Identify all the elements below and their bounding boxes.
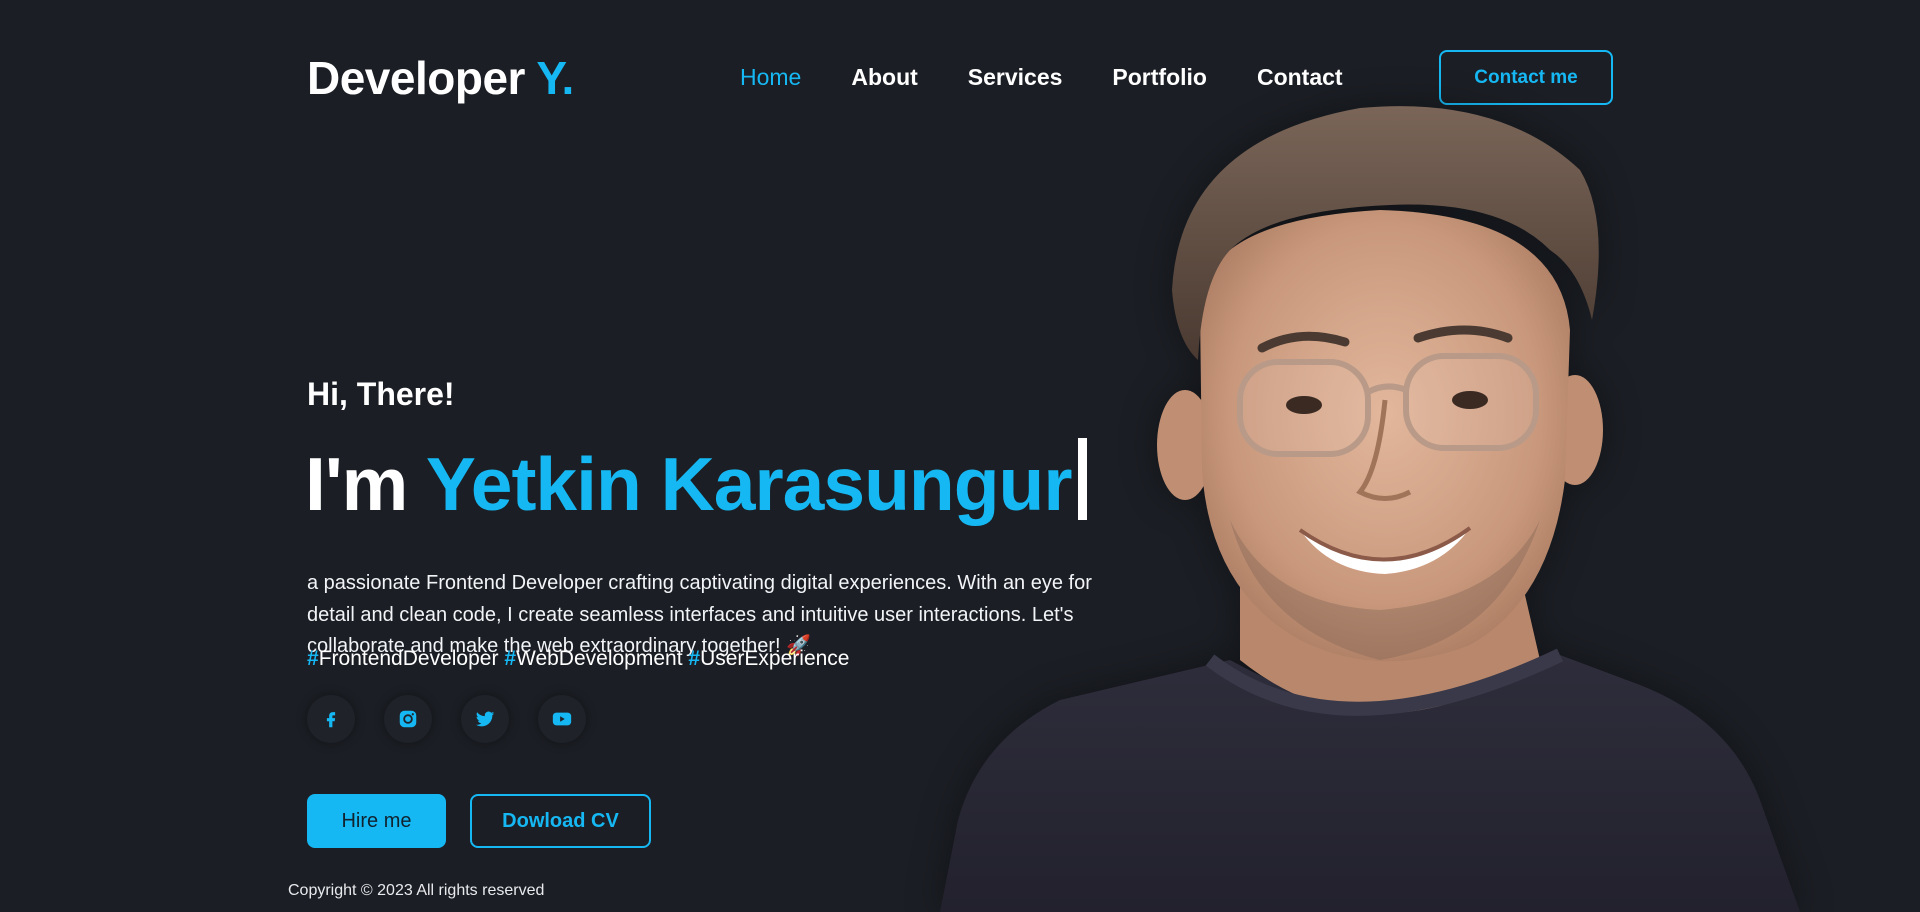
hashtag-label: UserExperience bbox=[700, 647, 850, 670]
hashtag-item: #FrontendDeveloper bbox=[307, 647, 498, 670]
hash-symbol: # bbox=[688, 647, 701, 670]
instagram-icon bbox=[399, 710, 417, 728]
hashtag-label: FrontendDeveloper bbox=[318, 647, 499, 670]
copyright-text: Copyright © 2023 All rights reserved bbox=[288, 882, 545, 899]
hashtag-list: #FrontendDeveloper #WebDevelopment #User… bbox=[307, 644, 849, 674]
logo-text: Developer bbox=[307, 52, 525, 104]
typing-caret bbox=[1077, 438, 1087, 520]
hashtag-item: #UserExperience bbox=[688, 647, 849, 670]
social-links bbox=[307, 695, 586, 743]
hire-me-button[interactable]: Hire me bbox=[307, 794, 446, 848]
twitter-icon bbox=[475, 711, 495, 727]
hero-headline: I'm Yetkin Karasungur bbox=[305, 438, 1087, 529]
logo-accent: Y. bbox=[536, 52, 574, 104]
nav-item-home[interactable]: Home bbox=[740, 62, 801, 92]
nav-item-about[interactable]: About bbox=[851, 62, 917, 92]
hashtag-item: #WebDevelopment bbox=[504, 647, 682, 670]
instagram-link[interactable] bbox=[384, 695, 432, 743]
contact-me-button[interactable]: Contact me bbox=[1439, 50, 1613, 105]
twitter-link[interactable] bbox=[461, 695, 509, 743]
headline-name: Yetkin Karasungur bbox=[425, 442, 1073, 526]
nav-item-services[interactable]: Services bbox=[968, 62, 1063, 92]
nav-item-contact[interactable]: Contact bbox=[1257, 62, 1343, 92]
nav-item-portfolio[interactable]: Portfolio bbox=[1112, 62, 1207, 92]
youtube-link[interactable] bbox=[538, 695, 586, 743]
download-cv-button[interactable]: Dowload CV bbox=[470, 794, 651, 848]
landing-page: Developer Y. Home About Services Portfol… bbox=[0, 0, 1920, 912]
youtube-icon bbox=[552, 712, 572, 726]
site-logo[interactable]: Developer Y. bbox=[307, 50, 574, 106]
facebook-link[interactable] bbox=[307, 695, 355, 743]
greeting-text: Hi, There! bbox=[307, 376, 455, 412]
hashtag-label: WebDevelopment bbox=[516, 647, 683, 670]
headline-intro: I'm bbox=[305, 442, 408, 526]
facebook-icon bbox=[326, 712, 336, 728]
hash-symbol: # bbox=[504, 647, 516, 670]
hash-symbol: # bbox=[307, 647, 319, 670]
main-nav: Home About Services Portfolio Contact bbox=[740, 62, 1343, 92]
